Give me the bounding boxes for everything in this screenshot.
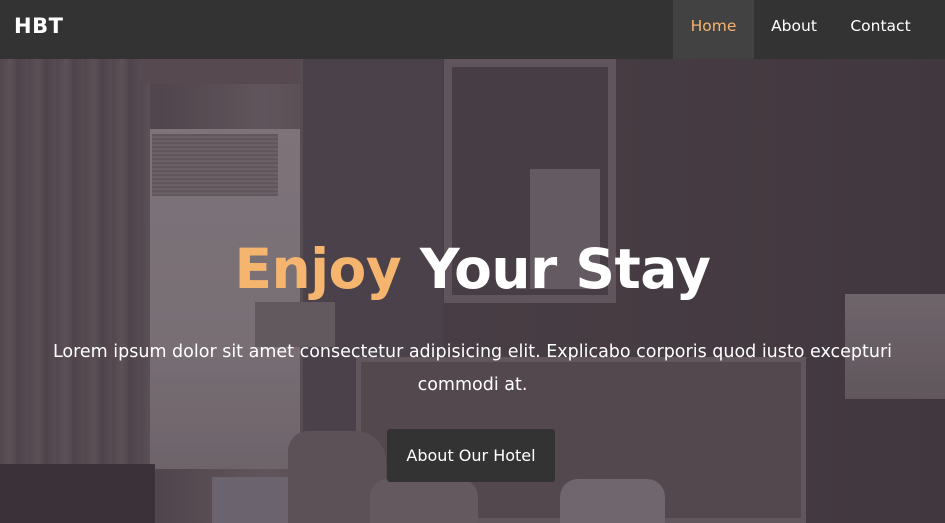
brand-logo[interactable]: HBT <box>14 0 63 55</box>
hero-description: Lorem ipsum dolor sit amet consectetur a… <box>52 342 893 395</box>
nav-menu: Home About Contact <box>673 0 945 59</box>
navbar: HBT Home About Contact <box>0 0 945 59</box>
about-hotel-button[interactable]: About Our Hotel <box>387 429 555 482</box>
nav-item-contact[interactable]: Contact <box>834 0 945 59</box>
hero-title: Enjoy Your Stay <box>0 234 945 304</box>
page: HBT Home About Contact Enjoy Your Stay L… <box>0 0 945 523</box>
hero-title-accent: Enjoy <box>234 237 402 301</box>
nav-item-about[interactable]: About <box>754 0 834 59</box>
nav-item-home[interactable]: Home <box>673 0 754 59</box>
hero-title-rest: Your Stay <box>419 237 711 301</box>
